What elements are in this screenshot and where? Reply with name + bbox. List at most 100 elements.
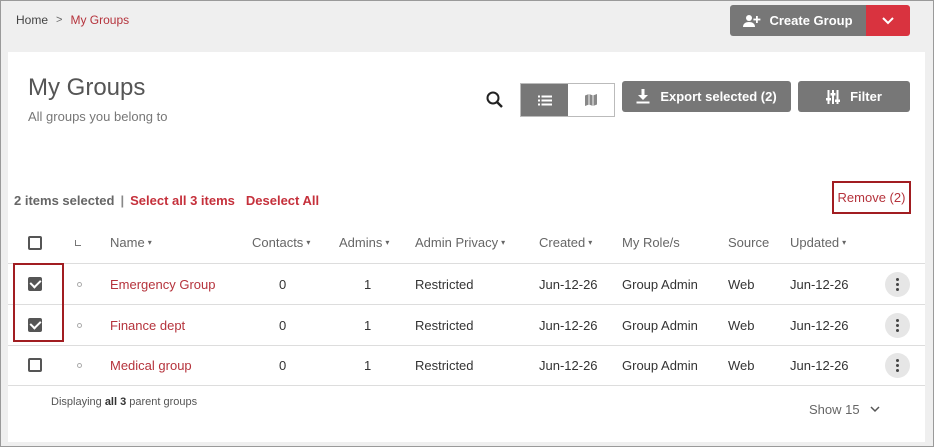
header-my-role: My Role/s [622, 222, 680, 263]
create-group-split-button: Create Group [730, 5, 910, 36]
summary-count: all 3 [104, 396, 127, 408]
privacy-value: Restricted [415, 357, 474, 373]
created-value: Jun-12-26 [539, 357, 598, 373]
sort-icon: ▾ [147, 238, 152, 247]
breadcrumb: Home > My Groups [16, 13, 129, 27]
header-updated[interactable]: Updated ▾ [790, 222, 846, 263]
search-button[interactable] [485, 90, 505, 110]
view-toggle [520, 83, 615, 117]
tree-header-cell [75, 222, 81, 263]
group-name-link[interactable]: Medical group [110, 345, 192, 385]
updated-value: Jun-12-26 [790, 357, 849, 373]
privacy-value: Restricted [415, 317, 474, 333]
header-contacts-label: Contacts [252, 235, 304, 250]
row-status-cell [77, 264, 82, 304]
header-source-label: Source [728, 235, 770, 250]
admins-value: 1 [364, 317, 372, 333]
more-options-icon[interactable] [885, 352, 910, 378]
row-actions-cell [885, 264, 910, 304]
contacts-value: 0 [279, 276, 287, 292]
table-row: Finance dept 0 1 Restricted Jun-12-26 Gr… [8, 305, 925, 346]
list-icon [537, 95, 552, 105]
summary-prefix: Displaying [51, 396, 102, 408]
header-contacts[interactable]: Contacts ▾ [252, 222, 310, 263]
add-user-icon [743, 14, 761, 27]
download-icon [636, 89, 650, 104]
sort-icon: ▾ [501, 238, 506, 247]
sort-icon: ▾ [842, 238, 847, 247]
breadcrumb-current[interactable]: My Groups [70, 13, 129, 27]
header-name-label: Name [110, 235, 145, 250]
export-selected-label: Export selected (2) [660, 89, 777, 104]
sort-icon: ▾ [385, 238, 390, 247]
header-admin-privacy[interactable]: Admin Privacy ▾ [415, 222, 505, 263]
contacts-value: 0 [279, 317, 287, 333]
sort-icon: ▾ [588, 238, 593, 247]
header-updated-label: Updated [790, 235, 840, 250]
row-checkbox-cell [28, 345, 42, 385]
select-all-checkbox[interactable] [28, 235, 42, 250]
circle-icon [77, 362, 82, 368]
contacts-value: 0 [279, 357, 287, 373]
created-value: Jun-12-26 [539, 276, 598, 292]
list-view-button[interactable] [521, 84, 568, 116]
selection-count: 2 items selected [14, 193, 115, 208]
more-options-icon[interactable] [885, 312, 910, 338]
source-value: Web [728, 317, 755, 333]
page-size-label: Show 15 [809, 402, 860, 417]
chevron-down-icon [882, 16, 894, 24]
row-status-cell [77, 345, 82, 385]
header-created-label: Created [539, 235, 586, 250]
sliders-icon [826, 89, 841, 104]
page-title: My Groups [28, 74, 146, 101]
admins-value: 1 [364, 357, 372, 373]
map-icon [585, 94, 597, 106]
create-group-dropdown-button[interactable] [866, 5, 910, 36]
filter-button[interactable]: Filter [798, 81, 910, 112]
summary-suffix: parent groups [129, 396, 198, 408]
page-subtitle: All groups you belong to [28, 109, 168, 124]
source-value: Web [728, 276, 755, 292]
header-created[interactable]: Created ▾ [539, 222, 592, 263]
export-selected-button[interactable]: Export selected (2) [622, 81, 791, 112]
header-admin-privacy-label: Admin Privacy [415, 235, 499, 250]
tree-icon [75, 239, 81, 246]
row-actions-cell [885, 345, 910, 385]
group-name-link[interactable]: Finance dept [110, 305, 185, 345]
pagination-summary: Displaying all 3 parent groups [51, 396, 197, 408]
chevron-down-icon [870, 406, 880, 413]
remove-button[interactable]: Remove (2) [832, 181, 911, 214]
header-my-role-label: My Role/s [622, 235, 680, 250]
selection-bar: 2 items selected | Select all 3 items De… [14, 193, 330, 208]
table-row: Medical group 0 1 Restricted Jun-12-26 G… [8, 345, 925, 386]
breadcrumb-home[interactable]: Home [16, 13, 48, 27]
table-row: Emergency Group 0 1 Restricted Jun-12-26… [8, 264, 925, 305]
group-name-link[interactable]: Emergency Group [110, 264, 216, 304]
admins-value: 1 [364, 276, 372, 292]
circle-icon [77, 281, 82, 287]
circle-icon [77, 322, 82, 328]
deselect-all-link[interactable]: Deselect All [246, 193, 319, 208]
header-name[interactable]: Name ▾ [110, 222, 152, 263]
row-checkbox[interactable] [28, 358, 42, 372]
role-value: Group Admin [622, 317, 698, 333]
map-view-button[interactable] [568, 84, 614, 116]
header-admins[interactable]: Admins ▾ [339, 222, 389, 263]
selection-separator: | [120, 193, 125, 208]
source-value: Web [728, 357, 755, 373]
role-value: Group Admin [622, 276, 698, 292]
select-all-link[interactable]: Select all 3 items [130, 193, 235, 208]
header-admins-label: Admins [339, 235, 383, 250]
create-group-button[interactable]: Create Group [730, 5, 866, 36]
groups-card: My Groups All groups you belong to Expor… [8, 52, 925, 442]
role-value: Group Admin [622, 357, 698, 373]
updated-value: Jun-12-26 [790, 317, 849, 333]
more-options-icon[interactable] [885, 271, 910, 297]
privacy-value: Restricted [415, 276, 474, 292]
header-source: Source [728, 222, 769, 263]
created-value: Jun-12-26 [539, 317, 598, 333]
page-size-select[interactable]: Show 15 [809, 402, 880, 417]
filter-label: Filter [850, 89, 882, 104]
search-icon [486, 91, 503, 108]
selected-rows-highlight [13, 263, 64, 342]
